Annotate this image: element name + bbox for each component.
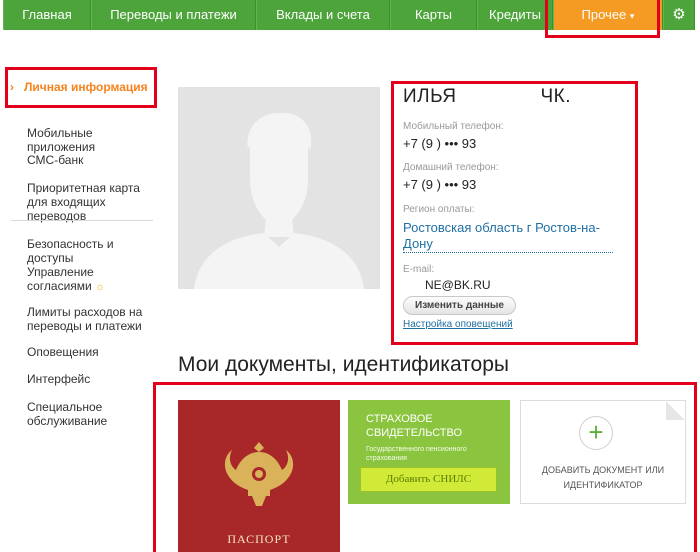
sidebar-item-label: Управление согласиями bbox=[27, 265, 94, 293]
highlight-documents bbox=[153, 382, 697, 552]
sidebar-item-consents[interactable]: Управление согласиями ☼ bbox=[27, 265, 137, 294]
sidebar-item-priority-card[interactable]: Приоритетная карта для входящих переводо… bbox=[27, 181, 162, 223]
user-silhouette-icon bbox=[194, 112, 364, 289]
sun-icon: ☼ bbox=[95, 281, 106, 293]
sidebar-item-interface[interactable]: Интерфейс bbox=[27, 372, 162, 386]
highlight-profile-info bbox=[391, 81, 638, 345]
highlight-more-menu bbox=[545, 0, 660, 38]
sidebar-item-sms-bank[interactable]: СМС-банк bbox=[27, 153, 162, 167]
nav-item-credits[interactable]: Кредиты bbox=[477, 0, 553, 30]
sidebar-item-security[interactable]: Безопасность и доступы bbox=[27, 237, 162, 265]
sidebar-item-limits[interactable]: Лимиты расходов на переводы и платежи bbox=[27, 305, 162, 333]
nav-item-transfers[interactable]: Переводы и платежи bbox=[91, 0, 256, 30]
sidebar-item-special-service[interactable]: Специальное обслуживание bbox=[27, 400, 132, 428]
sidebar-item-notifications[interactable]: Оповещения bbox=[27, 345, 162, 359]
documents-title: Мои документы, идентификаторы bbox=[178, 353, 510, 376]
nav-item-main[interactable]: Главная bbox=[3, 0, 91, 30]
sidebar-item-mobile-apps[interactable]: Мобильные приложения bbox=[27, 126, 162, 154]
nav-item-deposits[interactable]: Вклады и счета bbox=[256, 0, 390, 30]
page: Главная Переводы и платежи Вклады и счет… bbox=[0, 0, 700, 552]
sidebar-divider bbox=[11, 220, 153, 221]
gear-icon[interactable]: ⚙ bbox=[663, 0, 695, 30]
avatar bbox=[178, 87, 380, 289]
nav-item-cards[interactable]: Карты bbox=[390, 0, 477, 30]
highlight-personal-info bbox=[5, 67, 157, 108]
